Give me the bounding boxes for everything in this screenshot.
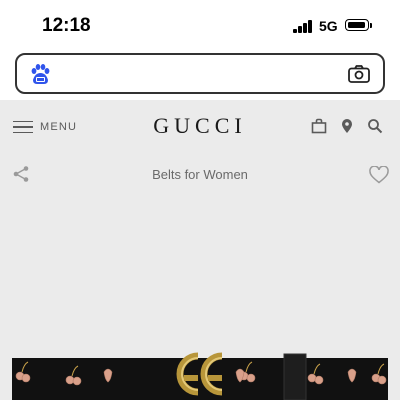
- page-title: Belts for Women: [152, 167, 248, 182]
- menu-label: MENU: [40, 121, 78, 133]
- product-title-row: Belts for Women: [0, 160, 400, 190]
- signal-icon: [293, 20, 313, 33]
- baidu-paw-icon[interactable]: [29, 63, 51, 85]
- search-input[interactable]: [61, 61, 345, 87]
- menu-button[interactable]: MENU: [13, 119, 77, 135]
- heart-icon[interactable]: [369, 166, 389, 184]
- location-pin-icon[interactable]: [339, 118, 355, 134]
- gucci-logo[interactable]: GUCCI: [150, 113, 250, 139]
- camera-icon[interactable]: [348, 65, 370, 83]
- search-box[interactable]: [15, 53, 385, 94]
- belt-product-image[interactable]: [12, 348, 388, 400]
- battery-tip: [370, 23, 372, 28]
- product-gallery[interactable]: [0, 190, 400, 400]
- search-icon[interactable]: [367, 118, 383, 134]
- status-time: 12:18: [42, 15, 91, 36]
- status-bar: 12:18 5G: [0, 0, 400, 50]
- battery-icon: [345, 19, 369, 31]
- bag-icon[interactable]: [311, 118, 327, 134]
- hamburger-icon: [13, 120, 33, 134]
- network-type: 5G: [319, 18, 338, 34]
- browser-bar: [0, 50, 400, 100]
- site-header: MENU GUCCI: [0, 100, 400, 152]
- share-icon[interactable]: [12, 165, 30, 183]
